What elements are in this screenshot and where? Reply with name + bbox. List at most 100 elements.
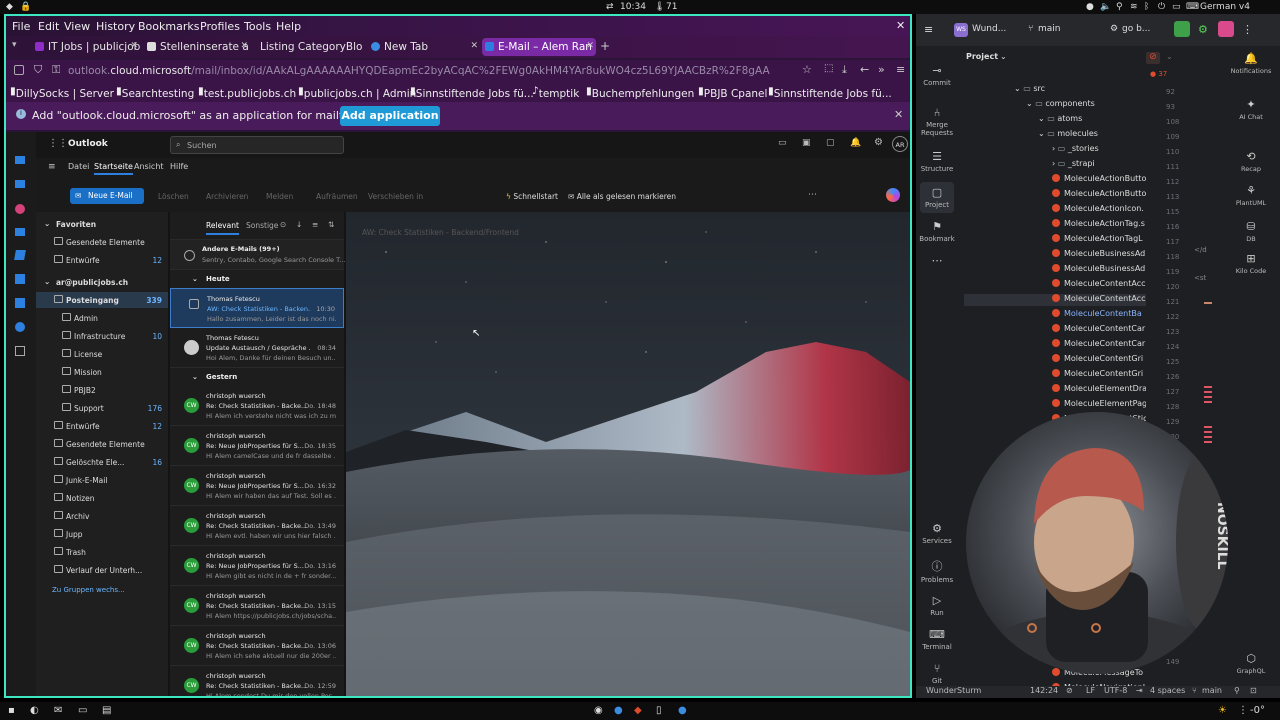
mail-app-icon[interactable]: ✉ <box>54 705 62 716</box>
waffle-icon[interactable]: ⋮⋮ <box>48 138 68 149</box>
kilo-code-tool[interactable]: ⊞ Kilo Code <box>1222 252 1280 275</box>
status-position[interactable]: 142:24 <box>1030 686 1058 695</box>
project-tool[interactable]: ▢ Project <box>920 182 954 213</box>
sweep-button[interactable]: Aufräumen <box>316 192 358 201</box>
merge-requests-tool[interactable]: ⑃ Merge Requests <box>916 106 958 137</box>
overflow-icon[interactable]: » <box>878 63 885 76</box>
mail-item[interactable]: CW christoph wuersch Re: Neue JobPropertie… <box>170 426 344 466</box>
new-tab-button[interactable]: + <box>600 39 610 53</box>
commit-tool[interactable]: ⊸ Commit <box>916 64 958 87</box>
tab-new-tab[interactable]: New Tab ✕ <box>368 38 480 56</box>
meet-icon[interactable]: ▭ <box>778 138 787 148</box>
folder-item[interactable]: Gesendete Elemente <box>36 234 168 250</box>
folder-item[interactable]: Notizen <box>36 490 168 506</box>
mail-item[interactable]: CW christoph wuersch Re: Check Statistiken… <box>170 506 344 546</box>
structure-tool[interactable]: ☰ Structure <box>916 150 958 173</box>
delete-button[interactable]: Löschen <box>158 192 189 201</box>
folder-item[interactable]: Archiv <box>36 508 168 524</box>
terminal-tool[interactable]: ⌨ Terminal <box>916 628 958 651</box>
terminal-app-icon[interactable]: ▪ <box>8 705 15 716</box>
tab-outlook[interactable]: E-Mail – Alem Ran ✕ <box>482 38 596 56</box>
move-button[interactable]: Verschieben in <box>368 192 423 201</box>
tree-folder[interactable]: ⌄ ▭ molecules <box>1038 129 1098 138</box>
tree-file[interactable]: MoleculeActionIcon. <box>1052 204 1144 213</box>
bookmark-item[interactable]: ▮ Sinnstiftende Jobs fü... <box>410 85 534 100</box>
tree-folder[interactable]: › ▭ _stories <box>1052 144 1099 153</box>
jump-icon[interactable]: ↓ <box>296 220 302 229</box>
mail-app-icon[interactable] <box>15 156 25 164</box>
bookmark-item[interactable]: ♪ temptik <box>532 85 579 100</box>
quick-steps-button[interactable]: ϟ Schnellstart <box>506 192 558 201</box>
tree-file[interactable]: MoleculeBusinessAd <box>1052 264 1145 273</box>
menu-edit[interactable]: Edit <box>38 20 59 33</box>
services-tool[interactable]: ⚙ Services <box>916 522 958 545</box>
people-icon[interactable] <box>15 228 25 236</box>
folder-item[interactable]: Infrastructure 10 <box>36 328 168 344</box>
panel-title[interactable]: Project <box>966 52 998 61</box>
tree-file[interactable]: MoleculeContentCar <box>1052 324 1145 333</box>
mail-item[interactable]: CW christoph wuersch Re: Neue JobPropertie… <box>170 466 344 506</box>
group-header-today[interactable]: ⌄ Heute <box>170 270 344 288</box>
folder-item[interactable]: Entwürfe 12 <box>36 252 168 268</box>
shield-icon[interactable]: ⛉ <box>34 63 42 77</box>
folder-item[interactable]: Verlauf der Unterh... <box>36 562 168 578</box>
browser-app-icon[interactable]: ◐ <box>30 705 39 716</box>
status-branch[interactable]: main <box>1202 686 1222 695</box>
tree-file[interactable]: MoleculeContentGri <box>1052 354 1143 363</box>
calendar-icon[interactable] <box>15 180 25 188</box>
ai-chat-tool[interactable]: ✦ AI Chat <box>1222 98 1280 121</box>
bluetooth-icon[interactable]: ᛒ <box>1144 2 1149 12</box>
url-field[interactable]: outlook.cloud.microsoft/mail/inbox/id/AA… <box>68 65 770 77</box>
tree-file[interactable]: MoleculeActionButto <box>1052 174 1146 183</box>
tree-file[interactable]: MoleculeBusinessAd <box>1052 249 1145 258</box>
select-checkbox[interactable] <box>189 299 199 309</box>
chevron-down-icon[interactable]: ⌄ <box>1166 52 1173 61</box>
folder-item[interactable]: PBJB2 <box>36 382 168 398</box>
pocket-icon[interactable]: ⬚ <box>824 63 833 74</box>
volume-icon[interactable]: 🔈 <box>1100 2 1111 12</box>
close-tab-icon[interactable]: ✕ <box>470 41 478 51</box>
hamburger-icon[interactable]: ≡ <box>48 162 56 172</box>
keyboard-layout[interactable]: German v4 <box>1200 2 1250 12</box>
project-selector[interactable]: Wund... <box>972 24 1006 34</box>
tree-file[interactable]: MoleculeActionTagL <box>1052 234 1143 243</box>
plantuml-tool[interactable]: ⚘ PlantUML <box>1222 184 1280 207</box>
filter-lines-icon[interactable]: ≡ <box>312 220 318 229</box>
mail-item[interactable]: CW christoph wuersch Re: Check Statistiken… <box>170 626 344 666</box>
groups-link[interactable]: Zu Gruppen wechs... <box>52 586 125 594</box>
mail-item[interactable]: CW christoph wuersch Re: Check Statistiken… <box>170 666 344 696</box>
tab-stelleninserate[interactable]: Stelleninserate a ✕ <box>144 38 250 56</box>
firefox-alt-icon[interactable]: ● <box>678 705 687 716</box>
recap-tool[interactable]: ⟲ Recap <box>1222 150 1280 173</box>
firefox-icon[interactable]: ● <box>614 705 623 716</box>
document-icon[interactable]: ▯ <box>656 705 662 716</box>
mail-item[interactable]: CW christoph wuersch Re: Check Statistiken… <box>170 586 344 626</box>
tab-relevant[interactable]: Relevant <box>206 221 239 235</box>
files-app-icon[interactable]: ▤ <box>102 705 111 716</box>
folder-item[interactable]: ⌄ Favoriten <box>36 216 168 232</box>
chevron-down-icon[interactable]: ⌄ <box>1000 52 1007 61</box>
chat-icon[interactable]: ▢ <box>826 138 835 148</box>
notifications-tool[interactable]: 🔔 Notifications <box>1222 52 1280 75</box>
close-tab-icon[interactable]: ✕ <box>130 41 138 51</box>
close-window-icon[interactable]: ✕ <box>896 19 905 32</box>
tree-file[interactable]: MoleculeElementPag <box>1052 399 1147 408</box>
taskbar-menu-icon[interactable]: ⋮ <box>1238 705 1248 716</box>
wifi-icon[interactable]: ≋ <box>1130 2 1138 12</box>
folder-item[interactable]: Gelöschte Ele... 16 <box>36 454 168 470</box>
folder-item[interactable]: Jupp <box>36 526 168 542</box>
branch-selector[interactable]: main <box>1038 24 1061 34</box>
sort-icon[interactable]: ⇅ <box>328 220 334 229</box>
tree-folder[interactable]: ⌄ ▭ components <box>1026 99 1095 108</box>
warning-badge[interactable]: ● 37 <box>1150 70 1167 78</box>
status-sync-icon[interactable]: ⊘ <box>1066 686 1073 695</box>
close-tab-icon[interactable]: ✕ <box>240 41 248 51</box>
bookmark-item[interactable]: ▮ publicjobs.ch | Admin <box>298 85 416 100</box>
run-tool[interactable]: ▷ Run <box>916 594 958 617</box>
bookmark-item[interactable]: ▮ Sinnstiftende Jobs fü... <box>768 85 892 100</box>
more-tools[interactable]: ⋯ <box>916 254 958 269</box>
bookmark-item[interactable]: ▮ Searchtesting <box>116 85 194 100</box>
db-tool[interactable]: ⛁ DB <box>1222 220 1280 243</box>
tree-file[interactable]: MoleculeContentAcc <box>1052 294 1146 303</box>
sidebar-toggle-icon[interactable] <box>14 65 24 75</box>
